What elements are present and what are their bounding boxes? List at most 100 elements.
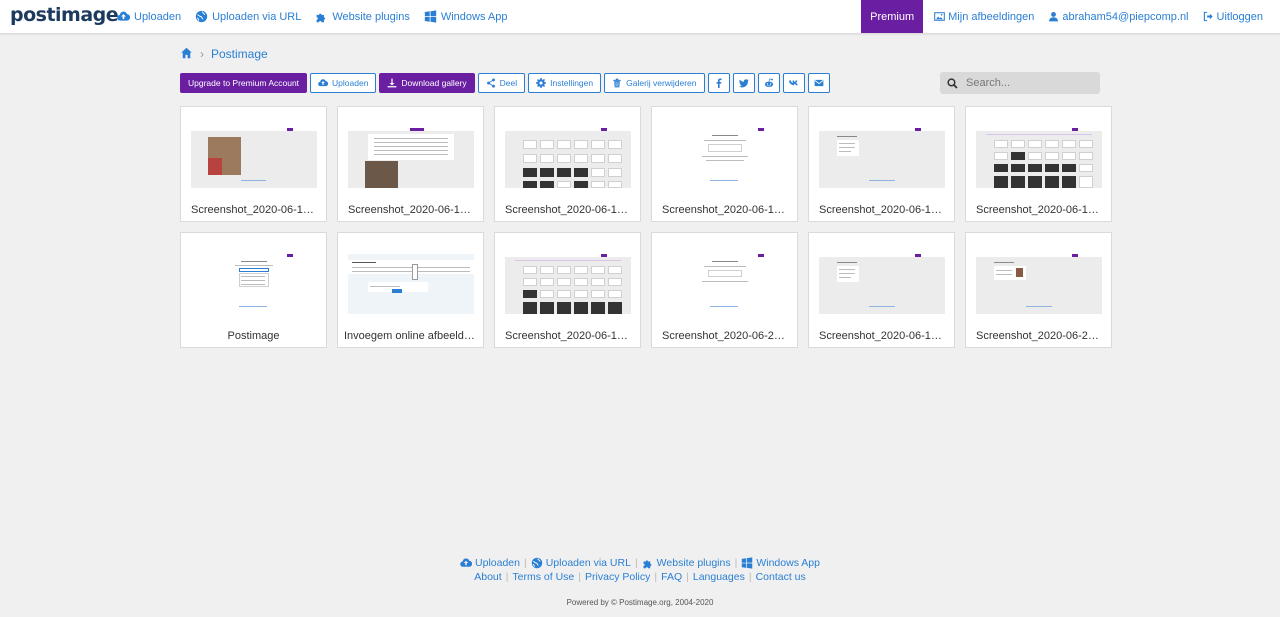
settings-button[interactable]: Instellingen [528,73,602,93]
image-caption: Screenshot_2020-06-185 ... [976,204,1103,216]
cloud-upload-icon [117,10,130,23]
nav-windows-app-link[interactable]: Windows App [417,0,515,33]
footer-windows-app-link[interactable]: Windows App [741,557,820,569]
image-thumbnail[interactable] [976,128,1102,188]
nav-logout-label: Uitloggen [1216,10,1263,23]
gear-icon [536,78,546,88]
windows-icon [424,10,437,23]
download-gallery-button[interactable]: Download gallery [379,73,475,93]
gallery-item[interactable]: Invoegem online afbeelding [337,232,484,348]
share-reddit-button[interactable] [757,73,780,93]
footer-languages-link[interactable]: Languages [693,571,745,583]
share-icon [486,78,496,88]
image-thumbnail[interactable] [348,128,474,188]
gallery-item[interactable]: Screenshot_2020-06-185 ... [965,106,1112,222]
share-facebook-button[interactable] [707,73,730,93]
footer-upload-url-label: Uploaden via URL [545,557,631,569]
image-thumbnail[interactable] [976,254,1102,314]
image-thumbnail[interactable] [505,128,631,188]
nav-windows-app-label: Windows App [440,10,508,23]
footer-upload-link[interactable]: Uploaden [460,557,520,569]
nav-upload-label: Uploaden [134,10,182,23]
top-navbar: postimage Uploaden Uploaden via URL Webs… [0,0,1280,34]
footer-separator: | [523,557,527,569]
postimage-logo[interactable]: postimage [10,4,119,26]
nav-right: Premium Mijn afbeeldingen abraham54@piep… [861,0,1270,33]
gallery-item[interactable]: Postimage [180,232,327,348]
footer-separator: | [505,571,509,583]
nav-website-plugins-link[interactable]: Website plugins [308,0,416,33]
footer-separator: | [686,571,689,583]
gallery-item[interactable]: Screenshot_2020-06-21 M... [965,232,1112,348]
gallery-item[interactable]: Screenshot_2020-06-21 P... [651,232,798,348]
gallery-item[interactable]: Screenshot_2020-06-18 1k... [337,106,484,222]
gallery-toolbar: Upgrade to Premium Account Uploaden Down… [180,73,833,93]
nav-account-link[interactable]: abraham54@piepcomp.nl [1041,0,1195,33]
search-icon [947,78,958,89]
trash-icon [612,78,622,88]
image-caption: Screenshot_2020-06-18 4... [505,204,632,216]
breadcrumb-current[interactable]: Postimage [211,47,268,61]
gallery-item[interactable]: Screenshot_2020-06-18 1k... [180,106,327,222]
nav-account-label: abraham54@piepcomp.nl [1062,10,1189,23]
share-twitter-button[interactable] [732,73,755,93]
footer-website-plugins-link[interactable]: Website plugins [642,557,731,569]
delete-gallery-button[interactable]: Galerij verwijderen [604,73,705,93]
share-vk-button[interactable] [782,73,805,93]
nav-upload-link[interactable]: Uploaden [110,0,188,33]
image-caption: Screenshot_2020-06-21 M... [976,330,1103,342]
share-button[interactable]: Deel [477,73,526,93]
image-caption: Screenshot_2020-06-185 ... [505,330,632,342]
gallery-item[interactable]: Screenshot_2020-06-18 4... [494,106,641,222]
search-input[interactable] [964,76,1098,90]
footer-privacy-link[interactable]: Privacy Policy [585,571,650,583]
globe-icon [531,557,543,569]
puzzle-icon [315,10,328,23]
nav-website-plugins-label: Website plugins [332,10,410,23]
globe-icon [195,10,208,23]
image-thumbnail[interactable] [191,128,317,188]
gallery-item[interactable]: Screenshot_2020-06-183 ... [808,232,955,348]
breadcrumb-home-link[interactable] [180,47,193,62]
share-button-label: Deel [499,78,518,88]
footer-terms-link[interactable]: Terms of Use [512,571,574,583]
download-gallery-label: Download gallery [401,78,467,88]
delete-gallery-label: Galerij verwijderen [626,78,697,88]
share-email-button[interactable] [807,73,830,93]
nav-upload-url-link[interactable]: Uploaden via URL [188,0,308,33]
image-thumbnail[interactable] [505,254,631,314]
footer-faq-link[interactable]: FAQ [661,571,682,583]
image-icon [934,11,945,22]
gallery-item[interactable]: Screenshot_2020-06-185 ... [494,232,641,348]
nav-upload-url-label: Uploaden via URL [212,10,302,23]
facebook-icon [714,78,724,88]
image-thumbnail[interactable] [662,128,788,188]
gallery-grid: Screenshot_2020-06-18 1k... Screenshot_2… [180,106,1112,348]
footer-upload-url-link[interactable]: Uploaden via URL [531,557,631,569]
image-caption: Screenshot_2020-06-18 1k... [191,204,318,216]
nav-premium-link[interactable]: Premium [861,0,924,33]
upgrade-premium-button[interactable]: Upgrade to Premium Account [180,73,308,93]
gallery-item[interactable]: Screenshot_2020-06-18 6... [651,106,798,222]
footer-website-plugins-label: Website plugins [656,557,731,569]
settings-button-label: Instellingen [550,78,594,88]
image-thumbnail[interactable] [191,254,317,314]
footer-contact-link[interactable]: Contact us [756,571,806,583]
footer-separator: | [734,557,738,569]
image-thumbnail[interactable] [819,128,945,188]
upload-button[interactable]: Uploaden [310,73,377,93]
image-thumbnail[interactable] [348,254,474,314]
nav-my-images-link[interactable]: Mijn afbeeldingen [927,0,1041,33]
home-icon [180,47,193,59]
image-thumbnail[interactable] [662,254,788,314]
image-caption: Screenshot_2020-06-183 ... [819,204,946,216]
image-thumbnail[interactable] [819,254,945,314]
vk-icon [789,78,799,88]
cloud-upload-icon [318,78,328,88]
footer-about-link[interactable]: About [474,571,501,583]
gallery-item[interactable]: Screenshot_2020-06-183 ... [808,106,955,222]
puzzle-icon [642,557,654,569]
nav-logout-link[interactable]: Uitloggen [1196,0,1270,33]
image-caption: Invoegem online afbeelding [344,330,477,342]
footer-windows-app-label: Windows App [756,557,820,569]
